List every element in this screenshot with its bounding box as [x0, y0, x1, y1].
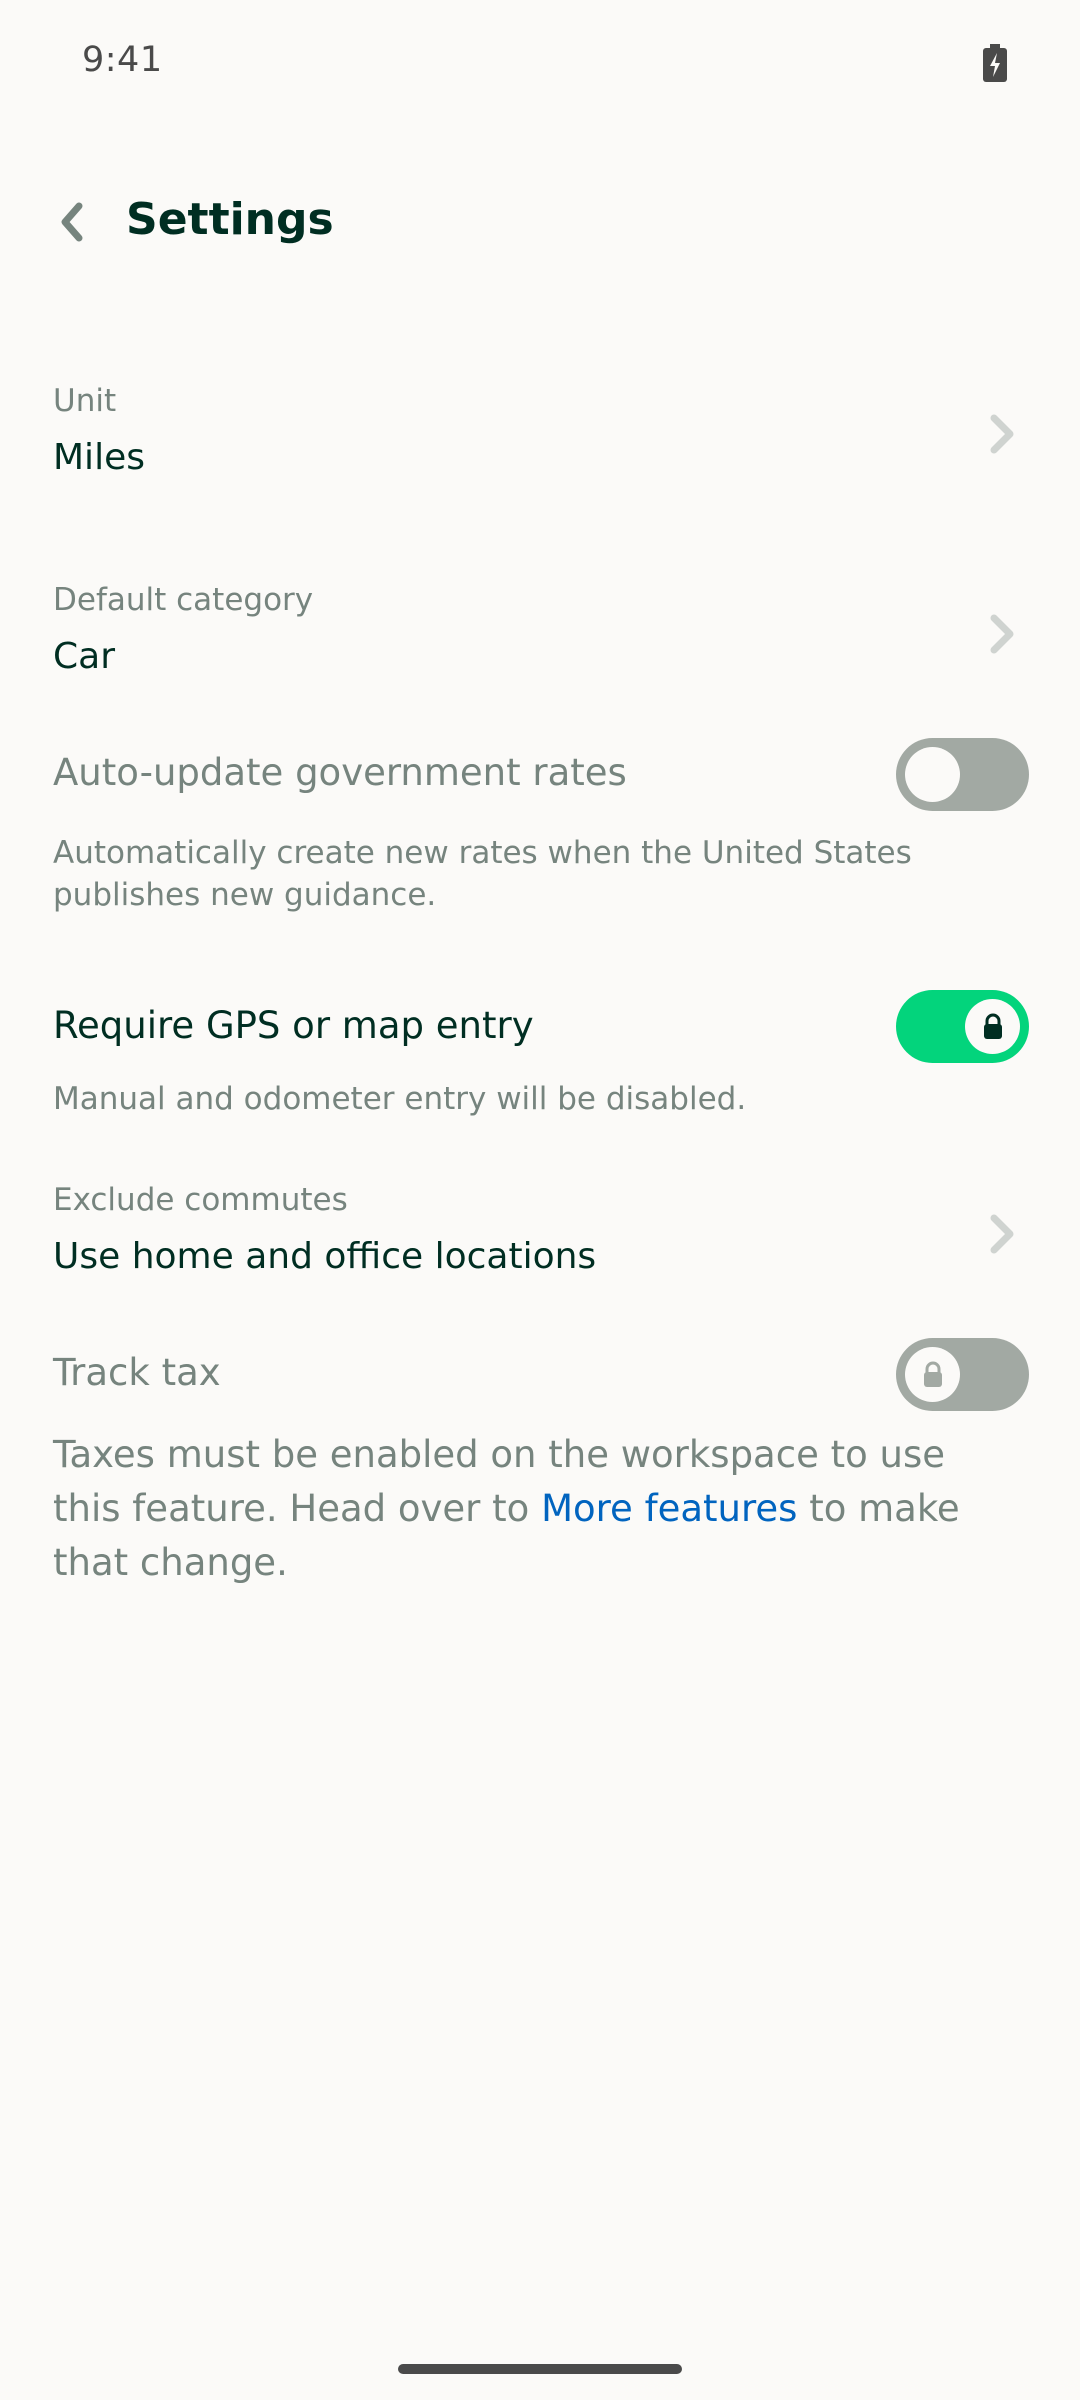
- unit-label: Unit: [53, 383, 117, 419]
- page-title: Settings: [126, 194, 334, 245]
- exclude-commutes-label: Exclude commutes: [53, 1182, 348, 1218]
- toggle-knob: [965, 999, 1020, 1054]
- require-gps-title: Require GPS or map entry: [53, 1004, 534, 1047]
- auto-update-rates-description: Automatically create new rates when the …: [53, 835, 912, 913]
- auto-update-rates-title: Auto-update government rates: [53, 751, 627, 794]
- lock-icon: [983, 1013, 1002, 1039]
- require-gps-row: Require GPS or map entry Manual and odom…: [0, 982, 1080, 1132]
- more-features-link[interactable]: More features: [541, 1487, 797, 1530]
- chevron-right-icon: [990, 614, 1014, 654]
- exclude-commutes-row[interactable]: Exclude commutes Use home and office loc…: [0, 1160, 1080, 1310]
- track-tax-row: Track tax: [0, 1330, 1080, 1420]
- status-time: 9:41: [82, 40, 163, 80]
- require-gps-toggle[interactable]: [896, 990, 1029, 1063]
- chevron-left-icon: [61, 202, 83, 242]
- auto-update-rates-toggle[interactable]: [896, 738, 1029, 811]
- default-category-label: Default category: [53, 582, 314, 618]
- header: Settings: [0, 170, 1080, 280]
- status-bar: 9:41: [0, 0, 1080, 126]
- toggle-knob: [905, 1347, 960, 1402]
- default-category-value: Car: [53, 636, 115, 677]
- unit-row[interactable]: Unit Miles: [0, 360, 1080, 510]
- lock-icon: [923, 1361, 942, 1387]
- default-category-row[interactable]: Default category Car: [0, 560, 1080, 710]
- chevron-right-icon: [990, 1214, 1014, 1254]
- exclude-commutes-value: Use home and office locations: [53, 1236, 597, 1277]
- home-indicator[interactable]: [398, 2364, 682, 2374]
- unit-value: Miles: [53, 437, 145, 478]
- require-gps-description: Manual and odometer entry will be disabl…: [53, 1081, 747, 1117]
- auto-update-rates-row: Auto-update government rates Automatical…: [0, 730, 1080, 930]
- chevron-right-icon: [990, 414, 1014, 454]
- track-tax-note: Taxes must be enabled on the workspace t…: [53, 1428, 1013, 1590]
- back-button[interactable]: [44, 194, 100, 250]
- track-tax-toggle[interactable]: [896, 1338, 1029, 1411]
- toggle-knob: [905, 747, 960, 802]
- track-tax-title: Track tax: [53, 1351, 221, 1394]
- battery-charging-icon: [983, 44, 1007, 82]
